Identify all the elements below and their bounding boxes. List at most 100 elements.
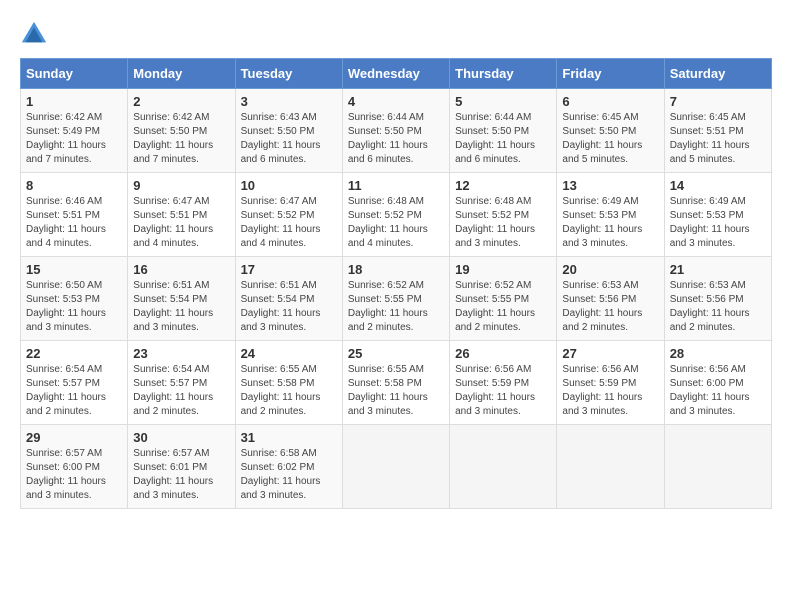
day-cell-29: 29 Sunrise: 6:57 AMSunset: 6:00 PMDaylig… [21,425,128,509]
calendar-table: SundayMondayTuesdayWednesdayThursdayFrid… [20,58,772,509]
day-cell-20: 20 Sunrise: 6:53 AMSunset: 5:56 PMDaylig… [557,257,664,341]
day-info: Sunrise: 6:45 AMSunset: 5:51 PMDaylight:… [670,111,766,167]
day-cell-31: 31 Sunrise: 6:58 AMSunset: 6:02 PMDaylig… [235,425,342,509]
day-info: Sunrise: 6:57 AMSunset: 6:01 PMDaylight:… [133,447,229,503]
day-cell-16: 16 Sunrise: 6:51 AMSunset: 5:54 PMDaylig… [128,257,235,341]
header-day-tuesday: Tuesday [235,59,342,89]
day-cell-30: 30 Sunrise: 6:57 AMSunset: 6:01 PMDaylig… [128,425,235,509]
day-info: Sunrise: 6:44 AMSunset: 5:50 PMDaylight:… [348,111,444,167]
day-cell-14: 14 Sunrise: 6:49 AMSunset: 5:53 PMDaylig… [664,173,771,257]
day-info: Sunrise: 6:54 AMSunset: 5:57 PMDaylight:… [133,363,229,419]
header-day-friday: Friday [557,59,664,89]
calendar-week-1: 1 Sunrise: 6:42 AMSunset: 5:49 PMDayligh… [21,89,772,173]
calendar-week-3: 15 Sunrise: 6:50 AMSunset: 5:53 PMDaylig… [21,257,772,341]
calendar-header-row: SundayMondayTuesdayWednesdayThursdayFrid… [21,59,772,89]
day-cell-8: 8 Sunrise: 6:46 AMSunset: 5:51 PMDayligh… [21,173,128,257]
calendar-week-5: 29 Sunrise: 6:57 AMSunset: 6:00 PMDaylig… [21,425,772,509]
day-cell-19: 19 Sunrise: 6:52 AMSunset: 5:55 PMDaylig… [450,257,557,341]
header [20,20,772,48]
day-info: Sunrise: 6:44 AMSunset: 5:50 PMDaylight:… [455,111,551,167]
day-info: Sunrise: 6:56 AMSunset: 5:59 PMDaylight:… [562,363,658,419]
day-info: Sunrise: 6:53 AMSunset: 5:56 PMDaylight:… [670,279,766,335]
day-cell-24: 24 Sunrise: 6:55 AMSunset: 5:58 PMDaylig… [235,341,342,425]
day-info: Sunrise: 6:45 AMSunset: 5:50 PMDaylight:… [562,111,658,167]
day-number: 2 [133,94,229,109]
day-info: Sunrise: 6:52 AMSunset: 5:55 PMDaylight:… [455,279,551,335]
day-cell-25: 25 Sunrise: 6:55 AMSunset: 5:58 PMDaylig… [342,341,449,425]
day-cell-2: 2 Sunrise: 6:42 AMSunset: 5:50 PMDayligh… [128,89,235,173]
day-number: 3 [241,94,337,109]
day-info: Sunrise: 6:48 AMSunset: 5:52 PMDaylight:… [348,195,444,251]
day-cell-28: 28 Sunrise: 6:56 AMSunset: 6:00 PMDaylig… [664,341,771,425]
day-number: 25 [348,346,444,361]
day-number: 13 [562,178,658,193]
day-cell-12: 12 Sunrise: 6:48 AMSunset: 5:52 PMDaylig… [450,173,557,257]
day-number: 16 [133,262,229,277]
calendar-week-2: 8 Sunrise: 6:46 AMSunset: 5:51 PMDayligh… [21,173,772,257]
day-info: Sunrise: 6:58 AMSunset: 6:02 PMDaylight:… [241,447,337,503]
day-cell-26: 26 Sunrise: 6:56 AMSunset: 5:59 PMDaylig… [450,341,557,425]
day-number: 30 [133,430,229,445]
day-info: Sunrise: 6:49 AMSunset: 5:53 PMDaylight:… [562,195,658,251]
day-number: 10 [241,178,337,193]
day-cell-9: 9 Sunrise: 6:47 AMSunset: 5:51 PMDayligh… [128,173,235,257]
day-cell-21: 21 Sunrise: 6:53 AMSunset: 5:56 PMDaylig… [664,257,771,341]
day-cell-27: 27 Sunrise: 6:56 AMSunset: 5:59 PMDaylig… [557,341,664,425]
day-info: Sunrise: 6:46 AMSunset: 5:51 PMDaylight:… [26,195,122,251]
day-info: Sunrise: 6:51 AMSunset: 5:54 PMDaylight:… [241,279,337,335]
day-info: Sunrise: 6:54 AMSunset: 5:57 PMDaylight:… [26,363,122,419]
day-info: Sunrise: 6:52 AMSunset: 5:55 PMDaylight:… [348,279,444,335]
day-info: Sunrise: 6:42 AMSunset: 5:50 PMDaylight:… [133,111,229,167]
day-info: Sunrise: 6:51 AMSunset: 5:54 PMDaylight:… [133,279,229,335]
empty-day [342,425,449,509]
day-cell-5: 5 Sunrise: 6:44 AMSunset: 5:50 PMDayligh… [450,89,557,173]
day-number: 17 [241,262,337,277]
header-day-thursday: Thursday [450,59,557,89]
day-number: 4 [348,94,444,109]
day-number: 31 [241,430,337,445]
day-info: Sunrise: 6:56 AMSunset: 5:59 PMDaylight:… [455,363,551,419]
day-info: Sunrise: 6:43 AMSunset: 5:50 PMDaylight:… [241,111,337,167]
day-cell-10: 10 Sunrise: 6:47 AMSunset: 5:52 PMDaylig… [235,173,342,257]
day-number: 24 [241,346,337,361]
day-number: 6 [562,94,658,109]
day-info: Sunrise: 6:42 AMSunset: 5:49 PMDaylight:… [26,111,122,167]
day-number: 27 [562,346,658,361]
day-number: 9 [133,178,229,193]
day-info: Sunrise: 6:47 AMSunset: 5:51 PMDaylight:… [133,195,229,251]
day-cell-6: 6 Sunrise: 6:45 AMSunset: 5:50 PMDayligh… [557,89,664,173]
day-info: Sunrise: 6:55 AMSunset: 5:58 PMDaylight:… [241,363,337,419]
day-info: Sunrise: 6:53 AMSunset: 5:56 PMDaylight:… [562,279,658,335]
header-day-wednesday: Wednesday [342,59,449,89]
header-day-saturday: Saturday [664,59,771,89]
logo [20,20,52,48]
day-cell-3: 3 Sunrise: 6:43 AMSunset: 5:50 PMDayligh… [235,89,342,173]
day-number: 23 [133,346,229,361]
day-cell-18: 18 Sunrise: 6:52 AMSunset: 5:55 PMDaylig… [342,257,449,341]
day-cell-11: 11 Sunrise: 6:48 AMSunset: 5:52 PMDaylig… [342,173,449,257]
day-number: 26 [455,346,551,361]
day-cell-22: 22 Sunrise: 6:54 AMSunset: 5:57 PMDaylig… [21,341,128,425]
day-info: Sunrise: 6:50 AMSunset: 5:53 PMDaylight:… [26,279,122,335]
day-number: 11 [348,178,444,193]
day-cell-17: 17 Sunrise: 6:51 AMSunset: 5:54 PMDaylig… [235,257,342,341]
day-cell-4: 4 Sunrise: 6:44 AMSunset: 5:50 PMDayligh… [342,89,449,173]
day-info: Sunrise: 6:56 AMSunset: 6:00 PMDaylight:… [670,363,766,419]
day-cell-15: 15 Sunrise: 6:50 AMSunset: 5:53 PMDaylig… [21,257,128,341]
day-info: Sunrise: 6:55 AMSunset: 5:58 PMDaylight:… [348,363,444,419]
day-info: Sunrise: 6:48 AMSunset: 5:52 PMDaylight:… [455,195,551,251]
day-number: 18 [348,262,444,277]
day-number: 15 [26,262,122,277]
day-number: 20 [562,262,658,277]
empty-day [450,425,557,509]
logo-icon [20,20,48,48]
day-info: Sunrise: 6:57 AMSunset: 6:00 PMDaylight:… [26,447,122,503]
day-number: 1 [26,94,122,109]
day-info: Sunrise: 6:47 AMSunset: 5:52 PMDaylight:… [241,195,337,251]
day-cell-23: 23 Sunrise: 6:54 AMSunset: 5:57 PMDaylig… [128,341,235,425]
day-number: 7 [670,94,766,109]
day-number: 12 [455,178,551,193]
empty-day [557,425,664,509]
day-cell-13: 13 Sunrise: 6:49 AMSunset: 5:53 PMDaylig… [557,173,664,257]
day-cell-1: 1 Sunrise: 6:42 AMSunset: 5:49 PMDayligh… [21,89,128,173]
